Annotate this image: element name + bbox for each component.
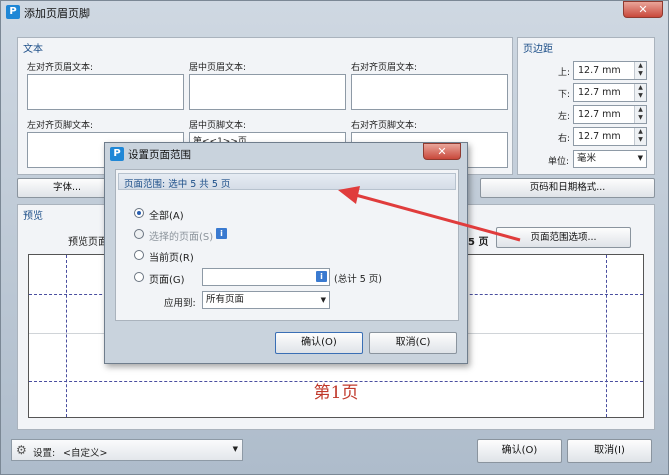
info-icon[interactable]: i (316, 271, 327, 282)
left-footer-label: 左对齐页脚文本: (27, 121, 94, 131)
preview-page-label: 预览页面 (68, 237, 108, 248)
dialog-cancel-button[interactable]: 取消(C) (369, 332, 457, 354)
preview-group-label: 预览 (23, 211, 43, 222)
settings-select[interactable]: ⚙ 设置: <自定义> ▼ (11, 439, 243, 461)
settings-value: <自定义> (63, 448, 108, 459)
app-icon: P (110, 147, 124, 161)
radio-pages[interactable] (134, 272, 144, 282)
spin-arrows-icon[interactable]: ▲ ▼ (634, 128, 646, 145)
center-header-input[interactable] (189, 74, 346, 110)
unit-label: 单位: (548, 157, 570, 167)
info-icon[interactable]: i (216, 228, 227, 239)
text-group-label: 文本 (23, 44, 43, 55)
pages-input[interactable]: i (202, 268, 330, 286)
radio-all[interactable] (134, 208, 144, 218)
dropdown-arrow-icon: ▼ (320, 296, 326, 304)
preview-page-text: 第1页 (313, 383, 359, 403)
spin-arrows-icon[interactable]: ▲ ▼ (634, 62, 646, 79)
margin-bottom-label: 下: (558, 90, 571, 100)
right-header-label: 右对齐页眉文本: (351, 63, 418, 73)
settings-label: 设置: (33, 448, 56, 459)
margins-group-label: 页边距 (523, 44, 553, 55)
title-bar: P 添加页眉页脚 ✕ (1, 1, 669, 23)
left-header-label: 左对齐页眉文本: (27, 63, 94, 73)
font-button[interactable]: 字体... (17, 178, 117, 198)
radio-pages-label: 页面(G) (149, 275, 185, 286)
dialog-close-button[interactable]: ✕ (423, 143, 461, 160)
page-range-dialog: P 设置页面范围 ✕ 页面范围: 选中 5 共 5 页 全部(A) 选择的页面(… (104, 142, 468, 364)
window-title: 添加页眉页脚 (24, 7, 90, 20)
radio-selected[interactable] (134, 229, 144, 239)
margin-top-label: 上: (558, 68, 571, 78)
center-header-label: 居中页眉文本: (189, 63, 247, 73)
margin-bottom-input[interactable]: 12.7 mm ▲ ▼ (573, 83, 647, 102)
arrow-line (351, 192, 521, 242)
margin-right-input[interactable]: 12.7 mm ▲ ▼ (573, 127, 647, 146)
arrow-head (338, 186, 360, 204)
dialog-title-bar: P 设置页面范围 ✕ (105, 143, 467, 164)
spin-arrows-icon[interactable]: ▲ ▼ (634, 84, 646, 101)
cancel-button[interactable]: 取消(I) (567, 439, 652, 463)
annotation-arrow (338, 186, 521, 242)
apply-to-label: 应用到: (164, 298, 196, 309)
close-button[interactable]: ✕ (623, 1, 663, 18)
unit-select[interactable]: 毫米 ▼ (573, 150, 647, 168)
margins-group: 页边距 上: 12.7 mm ▲ ▼ 下: 12.7 mm ▲ ▼ 左: 12.7 mm… (517, 37, 655, 175)
radio-current[interactable] (134, 250, 144, 260)
app-icon: P (6, 5, 20, 19)
range-info-text: 页面范围: 选中 5 共 5 页 (124, 179, 231, 190)
ok-button[interactable]: 确认(O) (477, 439, 562, 463)
radio-current-label: 当前页(R) (149, 253, 194, 264)
margin-right-label: 右: (558, 134, 571, 144)
dialog-ok-button[interactable]: 确认(O) (275, 332, 363, 354)
dialog-title: 设置页面范围 (128, 149, 191, 161)
right-header-input[interactable] (351, 74, 508, 110)
radio-all-label: 全部(A) (149, 211, 184, 222)
right-footer-label: 右对齐页脚文本: (351, 121, 418, 131)
apply-to-select[interactable]: 所有页面 ▼ (202, 291, 330, 309)
total-pages: (总计 5 页) (334, 274, 382, 285)
margin-left-input[interactable]: 12.7 mm ▲ ▼ (573, 105, 647, 124)
margin-left-label: 左: (558, 112, 571, 122)
dropdown-arrow-icon: ▼ (637, 154, 643, 162)
left-header-input[interactable] (27, 74, 184, 110)
spin-arrows-icon[interactable]: ▲ ▼ (634, 106, 646, 123)
dropdown-arrow-icon: ▼ (232, 445, 238, 453)
center-footer-label: 居中页脚文本: (189, 121, 247, 131)
margin-top-input[interactable]: 12.7 mm ▲ ▼ (573, 61, 647, 80)
radio-selected-label: 选择的页面(S) (149, 232, 214, 243)
gear-icon: ⚙ (16, 443, 27, 457)
